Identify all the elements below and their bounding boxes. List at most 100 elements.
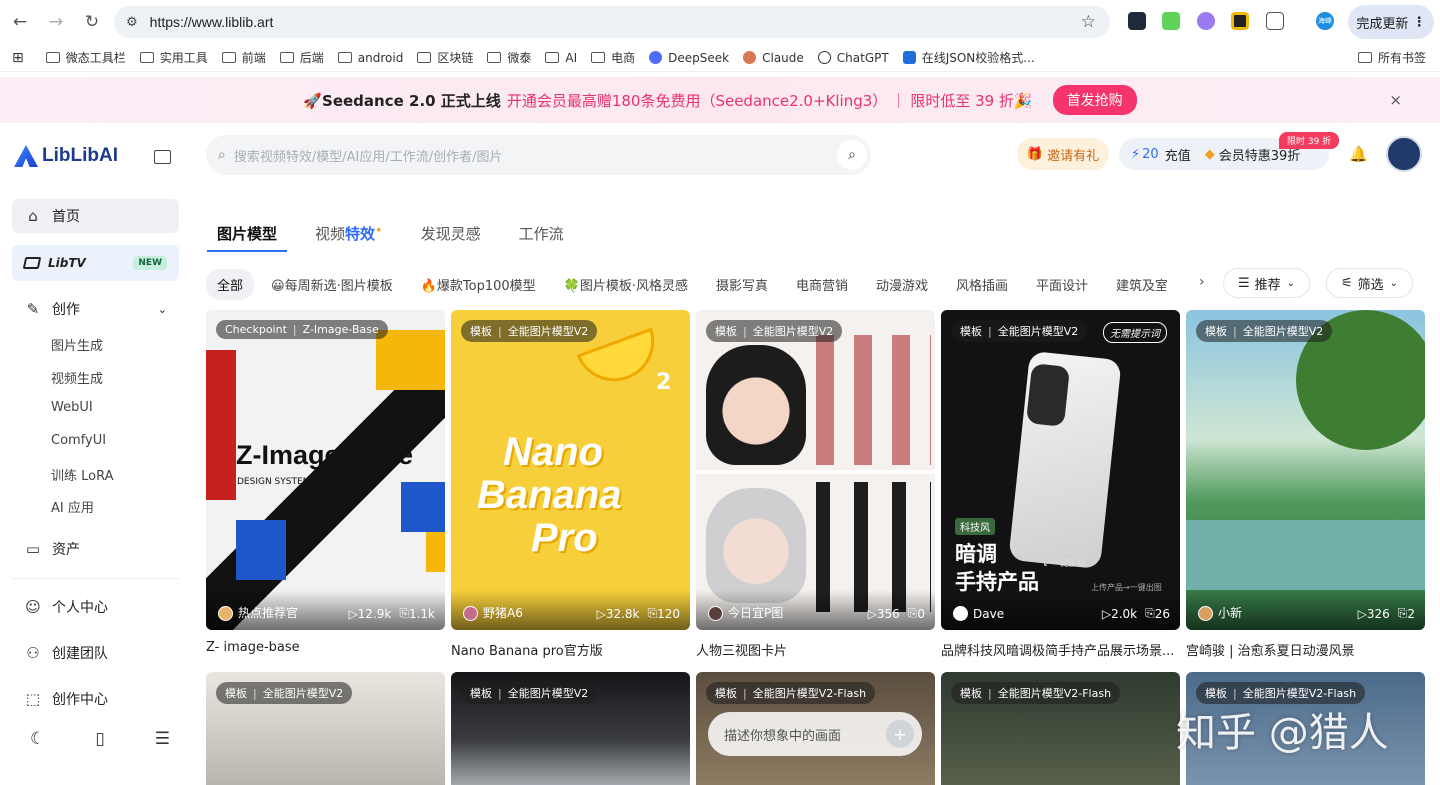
extension-icon-4[interactable] (1231, 12, 1249, 30)
mobile-icon[interactable]: ▯ (95, 729, 104, 749)
search-bar[interactable]: ⌕ 搜索视频特效/模型/AI应用/工作流/创作者/图片 ⌕ (206, 135, 871, 175)
card-title[interactable]: 宫崎骏 | 治愈系夏日动漫风景 (1186, 640, 1425, 659)
sidebar-subitem-image-gen[interactable]: 图片生成 (51, 335, 103, 354)
extension-icon-3[interactable] (1197, 12, 1215, 30)
update-button[interactable]: 完成更新 ⋮ (1348, 5, 1434, 39)
sidebar-item-libtv[interactable]: LibTV NEW (12, 245, 179, 281)
model-card[interactable]: 模板 | 全能图片模型V2-Flash 描述你想象中的画面 + (696, 672, 935, 785)
bookmark-item[interactable]: 实用工具 (139, 49, 208, 66)
invite-button[interactable]: 🎁 邀请有礼 (1017, 138, 1109, 170)
model-card[interactable]: 模板 | 全能图片模型V2 (451, 672, 690, 785)
bookmark-label: 微泰 (507, 51, 532, 65)
sidebar-subitem-ai-app[interactable]: AI 应用 (51, 497, 94, 516)
model-card[interactable]: 2 Nano Banana Pro 模板 | 全能图片模型V2 野猪A6 ▷ 32.8k… (451, 310, 690, 630)
chevron-right-icon[interactable]: › (1199, 274, 1205, 290)
close-icon[interactable]: × (1389, 91, 1402, 109)
chip[interactable]: 建筑及室 (1105, 269, 1167, 300)
style-badge: 科技风 (955, 518, 995, 535)
sidebar-subitem-webui[interactable]: WebUI (51, 400, 93, 415)
card-title[interactable]: 人物三视图卡片 (696, 640, 935, 659)
sidebar-subitem-video-gen[interactable]: 视频生成 (51, 368, 103, 387)
sidebar-item-creator[interactable]: ⬚ 创作中心 (12, 682, 179, 716)
bookmark-item[interactable]: 后端 (279, 49, 324, 66)
sidebar-subitem-comfyui[interactable]: ComfyUI (51, 433, 106, 448)
avatar[interactable] (1386, 136, 1422, 172)
profile-badge[interactable]: 海峰 (1316, 12, 1334, 30)
art-face (706, 345, 806, 465)
bookmarks-bar: ⊞ 微态工具栏 实用工具 前端 后端 android 区块链 微泰 AI 电商 … (0, 44, 1440, 72)
tab-video-effects[interactable]: 视频特效✦ (315, 223, 383, 252)
sidebar-item-team[interactable]: ⚇ 创建团队 (12, 636, 179, 670)
bookmark-item[interactable]: Claude (743, 51, 804, 65)
reload-icon[interactable]: ↻ (76, 6, 108, 38)
chip[interactable]: 😀每周新选·图片模板 (260, 269, 404, 300)
tag: Checkpoint (225, 323, 287, 336)
chip-all[interactable]: 全部 (206, 269, 255, 300)
model-card[interactable]: 模板 | 全能图片模型V2-Flash (941, 672, 1180, 785)
tab-inspiration[interactable]: 发现灵感 (421, 223, 481, 252)
author-avatar (218, 606, 233, 621)
model-card[interactable]: 模板 | 全能图片模型V2 小新 ▷ 326 ⎘ 2 (1186, 310, 1425, 630)
bookmark-item[interactable]: 区块链 (417, 49, 473, 66)
sidebar-item-home[interactable]: ⌂ 首页 (12, 199, 179, 233)
model-card[interactable]: 模板 | 全能图片模型V2 无需提示词 科技风 暗调 手持产品 ↙一键生成 上传产品… (941, 310, 1180, 630)
tab-workflow[interactable]: 工作流 (519, 223, 564, 252)
bookmark-item[interactable]: 微态工具栏 (45, 49, 126, 66)
extension-icon-1[interactable] (1128, 12, 1146, 30)
logo[interactable]: LibLibAI (14, 145, 118, 167)
sidebar-item-create[interactable]: ✎ 创作 ⌄ (12, 292, 179, 326)
bookmark-item[interactable]: 微泰 (487, 49, 531, 66)
bookmark-item[interactable]: android (337, 51, 403, 65)
search-button[interactable]: ⌕ (837, 140, 867, 170)
card-title[interactable]: 品牌科技风暗调极简手持产品展示场景... (941, 640, 1180, 659)
sidebar-collapse-icon[interactable] (154, 150, 171, 164)
menu-icon[interactable]: ☰ (155, 729, 170, 749)
all-bookmarks[interactable]: 所有书签 (1358, 49, 1426, 66)
chip[interactable]: 动漫游戏 (865, 269, 939, 300)
forward-icon[interactable]: → (40, 6, 72, 38)
extension-icon-2[interactable] (1162, 12, 1180, 30)
bell-icon[interactable]: 🔔 (1349, 145, 1368, 163)
chip[interactable]: 风格插画 (945, 269, 1019, 300)
art-divider (696, 470, 935, 474)
address-bar[interactable]: ⚙ https://www.liblib.art ☆ (114, 6, 1110, 38)
chip[interactable]: 平面设计 (1025, 269, 1099, 300)
bookmark-item[interactable]: ChatGPT (817, 51, 889, 65)
card-title[interactable]: Z- image-base (206, 640, 445, 655)
sidebar-item-assets[interactable]: ▭ 资产 (12, 532, 179, 566)
model-card[interactable]: Z-Image-Base DESIGN SYSTEM Checkpoint | Z-… (206, 310, 445, 630)
bookmark-item[interactable]: DeepSeek (649, 51, 729, 65)
back-icon[interactable]: ← (4, 6, 36, 38)
sidebar-item-personal[interactable]: ☺ 个人中心 (12, 590, 179, 624)
chip[interactable]: 🔥爆款Top100模型 (410, 269, 547, 300)
site-settings-icon[interactable]: ⚙ (126, 15, 138, 30)
recharge-label[interactable]: 充值 (1165, 145, 1191, 164)
apps-grid-icon[interactable]: ⊞ (12, 50, 24, 66)
model-card[interactable]: 模板 | 全能图片模型V2 (206, 672, 445, 785)
chip[interactable]: 🍀图片模板·风格灵感 (553, 269, 699, 300)
extensions-puzzle-icon[interactable] (1266, 12, 1284, 30)
bookmark-label: AI (565, 50, 578, 65)
bookmark-item[interactable]: AI (545, 51, 577, 65)
card-big-title: Banana (477, 473, 622, 517)
sort-dropdown[interactable]: ☰ 推荐 ⌄ (1223, 268, 1310, 298)
prompt-input[interactable]: 描述你想象中的画面 + (708, 712, 922, 756)
dark-mode-icon[interactable]: ☾ (30, 729, 45, 749)
tab-image-model[interactable]: 图片模型 (206, 223, 288, 252)
promo-buy-button[interactable]: 首发抢购 (1052, 85, 1137, 115)
filter-dropdown[interactable]: ⚟ 筛选 ⌄ (1326, 268, 1413, 298)
search-input[interactable]: 搜索视频特效/模型/AI应用/工作流/创作者/图片 (234, 146, 503, 165)
bookmark-item[interactable]: 在线JSON校验格式... (902, 49, 1035, 66)
sidebar-subitem-lora[interactable]: 训练 LoRA (51, 465, 114, 484)
add-icon[interactable]: + (886, 720, 914, 748)
browser-toolbar: ← → ↻ ⚙ https://www.liblib.art ☆ 海峰 完成更新… (0, 0, 1440, 44)
bookmark-star-icon[interactable]: ☆ (1081, 12, 1096, 32)
card-tags: 模板 | 全能图片模型V2-Flash (706, 682, 876, 704)
views-count: 326 (1366, 607, 1390, 621)
bookmark-item[interactable]: 前端 (221, 49, 266, 66)
bookmark-item[interactable]: 电商 (591, 49, 635, 66)
chip[interactable]: 摄影写真 (705, 269, 779, 300)
chip[interactable]: 电商营销 (785, 269, 859, 300)
card-title[interactable]: Nano Banana pro官方版 (451, 640, 690, 659)
model-card[interactable]: 模板 | 全能图片模型V2 今日宜P图 ▷ 356 ⎘ 0 (696, 310, 935, 630)
